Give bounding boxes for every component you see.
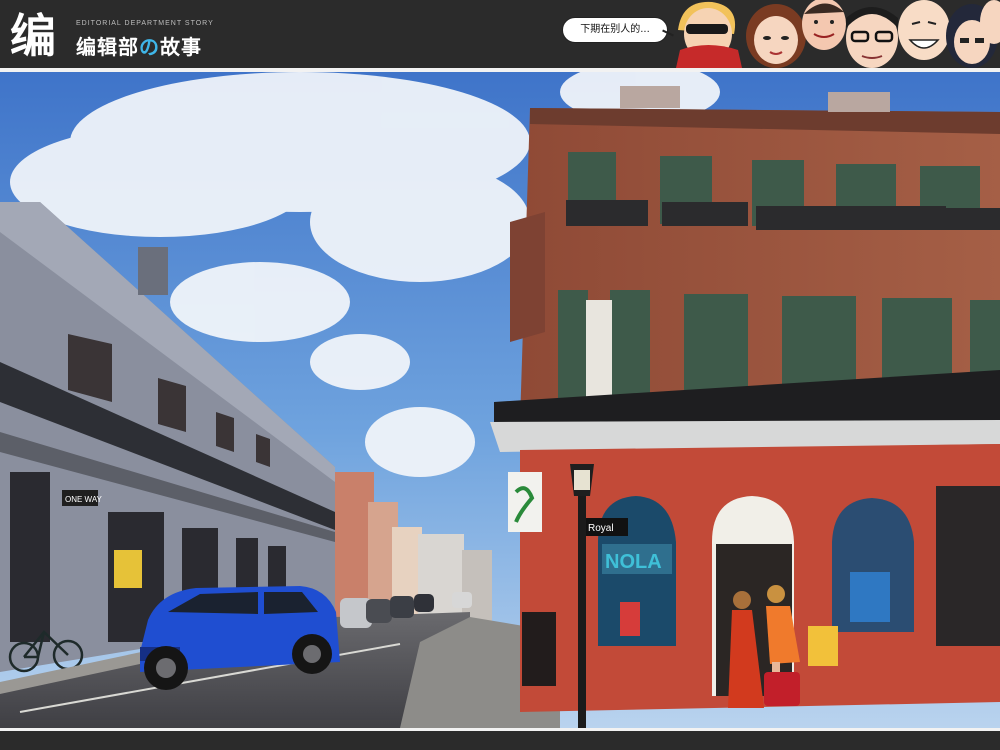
cartoon-face-4 xyxy=(846,7,898,68)
red-suitcase xyxy=(764,672,800,706)
cartoon-face-3 xyxy=(802,0,846,50)
cartoon-face-1 xyxy=(676,1,742,68)
shop-window-3 xyxy=(936,486,1000,646)
shop-sign-text: NOLA xyxy=(605,551,662,573)
royal-street-sign-text: Royal xyxy=(588,523,614,534)
footer-bar xyxy=(0,728,1000,750)
oneway-sign-text: ONE WAY xyxy=(65,495,103,504)
logo-english-text: EDITORIAL DEPARTMENT STORY xyxy=(76,20,214,27)
yellow-shirt-display xyxy=(808,626,838,666)
street-photo: ONE WAY NOLA Royal xyxy=(0,72,1000,728)
logo-cn-part1: 编辑部 xyxy=(76,35,139,59)
logo-chinese-text: 编辑部の故事 xyxy=(76,31,202,60)
cartoon-faces-illustration xyxy=(676,0,1000,68)
header-bar: 编 EDITORIAL DEPARTMENT STORY 编辑部の故事 下期在别… xyxy=(0,0,1000,68)
speech-bubble: 下期在别人的... xyxy=(562,17,668,43)
svg-text:编: 编 xyxy=(10,9,56,62)
cartoon-face-5 xyxy=(898,0,950,60)
cartoon-face-2 xyxy=(746,4,806,68)
logo-icon: 编 xyxy=(10,9,56,62)
logo-cn-no: の xyxy=(139,35,160,59)
sidewalk-menu-board xyxy=(522,612,556,686)
logo-cn-part2: 故事 xyxy=(160,35,202,59)
street-scene-drawing: ONE WAY NOLA Royal xyxy=(0,72,1000,728)
hanging-banner xyxy=(508,472,542,532)
